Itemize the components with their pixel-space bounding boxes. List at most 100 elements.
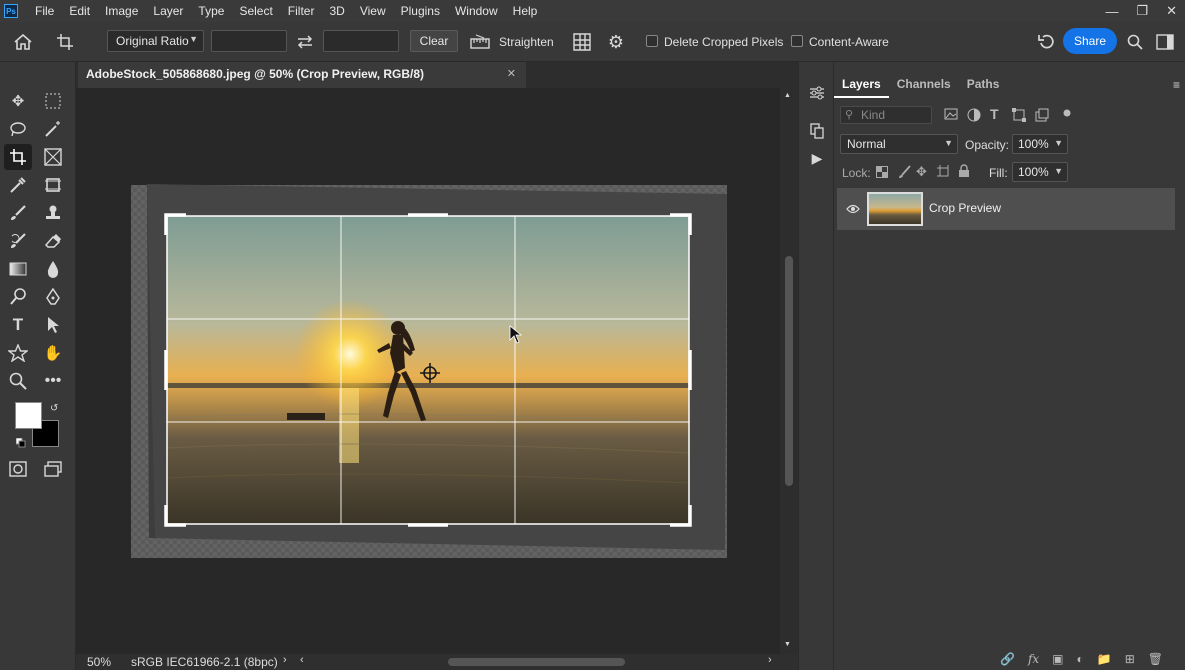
- fx-icon[interactable]: fx: [1028, 652, 1039, 666]
- brush-tool-icon[interactable]: [4, 200, 32, 226]
- link-layers-icon[interactable]: 🔗: [1000, 652, 1015, 666]
- hscroll-left-icon[interactable]: ‹: [300, 654, 304, 666]
- lock-position-icon[interactable]: ✥: [916, 164, 927, 180]
- menu-edit[interactable]: Edit: [62, 4, 98, 18]
- layer-filter-kind[interactable]: ⚲ Kind: [840, 106, 932, 124]
- scroll-up-icon[interactable]: ▲: [784, 92, 791, 99]
- shape-tool-icon[interactable]: [4, 340, 32, 366]
- filter-type-icon[interactable]: T: [990, 106, 999, 122]
- status-expand-icon[interactable]: ›: [283, 654, 287, 666]
- delete-layer-icon[interactable]: 🗑: [1148, 652, 1163, 666]
- magic-wand-tool-icon[interactable]: [39, 116, 67, 142]
- tab-paths[interactable]: Paths: [959, 72, 1008, 98]
- filter-pixel-icon[interactable]: [944, 108, 958, 120]
- minimize-icon[interactable]: —: [1105, 4, 1118, 19]
- grid-overlay-icon[interactable]: [571, 31, 593, 53]
- menu-type[interactable]: Type: [191, 4, 232, 18]
- lock-artboard-icon[interactable]: [937, 165, 951, 179]
- horizontal-scrollbar-thumb[interactable]: [448, 658, 625, 666]
- history-brush-tool-icon[interactable]: [4, 228, 32, 254]
- eye-visibility-icon[interactable]: [845, 202, 861, 216]
- eraser-tool-icon[interactable]: [39, 228, 67, 254]
- scroll-down-icon[interactable]: ▼: [784, 641, 791, 648]
- lasso-tool-icon[interactable]: [4, 116, 32, 142]
- menu-layer[interactable]: Layer: [146, 4, 191, 18]
- filter-adjustment-icon[interactable]: [967, 108, 981, 122]
- close-window-icon[interactable]: ✕: [1166, 3, 1177, 19]
- content-aware-checkbox[interactable]: [791, 35, 803, 47]
- menu-image[interactable]: Image: [98, 4, 146, 18]
- menu-3d[interactable]: 3D: [322, 4, 352, 18]
- delete-cropped-pixels-checkbox[interactable]: [646, 35, 658, 47]
- layer-row[interactable]: Crop Preview: [837, 188, 1175, 230]
- clear-button[interactable]: Clear: [410, 30, 458, 52]
- history-icon[interactable]: [808, 122, 826, 140]
- panel-menu-icon[interactable]: ≡: [1173, 78, 1180, 92]
- restore-icon[interactable]: ❐: [1136, 3, 1148, 19]
- quick-mask-icon[interactable]: [4, 456, 32, 482]
- new-group-icon[interactable]: 📁: [1097, 652, 1112, 666]
- blur-tool-icon[interactable]: [39, 256, 67, 282]
- home-icon[interactable]: [12, 31, 34, 53]
- tab-channels[interactable]: Channels: [889, 72, 959, 98]
- swap-colors-icon[interactable]: ↺: [50, 403, 58, 414]
- hand-tool-icon[interactable]: ✋: [39, 340, 67, 366]
- workspace-icon[interactable]: [1154, 31, 1176, 53]
- properties-adjust-icon[interactable]: [808, 84, 826, 102]
- type-tool-icon[interactable]: T: [4, 312, 32, 338]
- move-tool-icon[interactable]: ✥: [4, 88, 32, 114]
- default-colors-icon[interactable]: [16, 438, 26, 448]
- share-button[interactable]: Share: [1063, 28, 1117, 54]
- menu-select[interactable]: Select: [232, 4, 280, 18]
- filter-smart-object-icon[interactable]: [1035, 108, 1049, 122]
- path-selection-tool-icon[interactable]: [39, 312, 67, 338]
- blend-mode-select[interactable]: Normal ▼: [840, 134, 958, 154]
- new-layer-icon[interactable]: ⊞: [1125, 652, 1135, 666]
- straighten-icon[interactable]: [469, 32, 491, 52]
- actions-play-icon[interactable]: ▶: [808, 149, 826, 167]
- opacity-input[interactable]: 100% ▼: [1012, 134, 1068, 154]
- frame-select-tool-icon[interactable]: [39, 172, 67, 198]
- menu-file[interactable]: File: [28, 4, 62, 18]
- lock-pixels-icon[interactable]: [898, 165, 912, 179]
- gear-icon[interactable]: ⚙: [605, 31, 627, 53]
- gradient-tool-icon[interactable]: [4, 256, 32, 282]
- zoom-level[interactable]: 50%: [87, 655, 111, 669]
- scrollbar-thumb[interactable]: [785, 256, 793, 486]
- document-tab[interactable]: AdobeStock_505868680.jpeg @ 50% (Crop Pr…: [78, 62, 526, 88]
- search-icon[interactable]: [1124, 31, 1146, 53]
- menu-plugins[interactable]: Plugins: [394, 4, 448, 18]
- add-mask-icon[interactable]: ▣: [1052, 652, 1063, 666]
- menu-view[interactable]: View: [353, 4, 394, 18]
- ratio-height-input[interactable]: [323, 30, 399, 52]
- straighten-label[interactable]: Straighten: [499, 35, 554, 49]
- crop-tool-preset-icon[interactable]: [54, 31, 76, 53]
- zoom-tool-icon[interactable]: [4, 368, 32, 394]
- vertical-scrollbar[interactable]: ▲ ▼: [780, 88, 798, 654]
- pen-tool-icon[interactable]: [39, 284, 67, 310]
- swap-icon[interactable]: [294, 32, 316, 52]
- crop-ratio-select[interactable]: Original Ratio ▼: [107, 30, 204, 52]
- menu-help[interactable]: Help: [506, 4, 546, 18]
- filter-shape-icon[interactable]: [1012, 108, 1026, 122]
- layer-name[interactable]: Crop Preview: [929, 201, 1001, 215]
- more-tools-icon[interactable]: •••: [39, 368, 67, 394]
- lock-transparent-icon[interactable]: [876, 166, 888, 178]
- hscroll-right-icon[interactable]: ›: [768, 654, 772, 666]
- screen-mode-icon[interactable]: [39, 456, 67, 482]
- ratio-width-input[interactable]: [211, 30, 287, 52]
- foreground-color-swatch[interactable]: [15, 402, 42, 429]
- adjustment-layer-icon[interactable]: ◐: [1077, 652, 1084, 666]
- lock-all-icon[interactable]: [958, 164, 970, 178]
- filter-toggle-icon[interactable]: [1062, 108, 1072, 118]
- marquee-tool-icon[interactable]: [39, 88, 67, 114]
- tab-layers[interactable]: Layers: [834, 72, 889, 98]
- undo-cancel-icon[interactable]: [1035, 31, 1057, 53]
- fill-input[interactable]: 100% ▼: [1012, 162, 1068, 182]
- crop-preview-canvas[interactable]: [77, 88, 780, 654]
- menu-window[interactable]: Window: [448, 4, 506, 18]
- crop-tool-icon[interactable]: [4, 144, 32, 170]
- dodge-tool-icon[interactable]: [4, 284, 32, 310]
- menu-filter[interactable]: Filter: [281, 4, 323, 18]
- canvas-area[interactable]: [77, 88, 780, 654]
